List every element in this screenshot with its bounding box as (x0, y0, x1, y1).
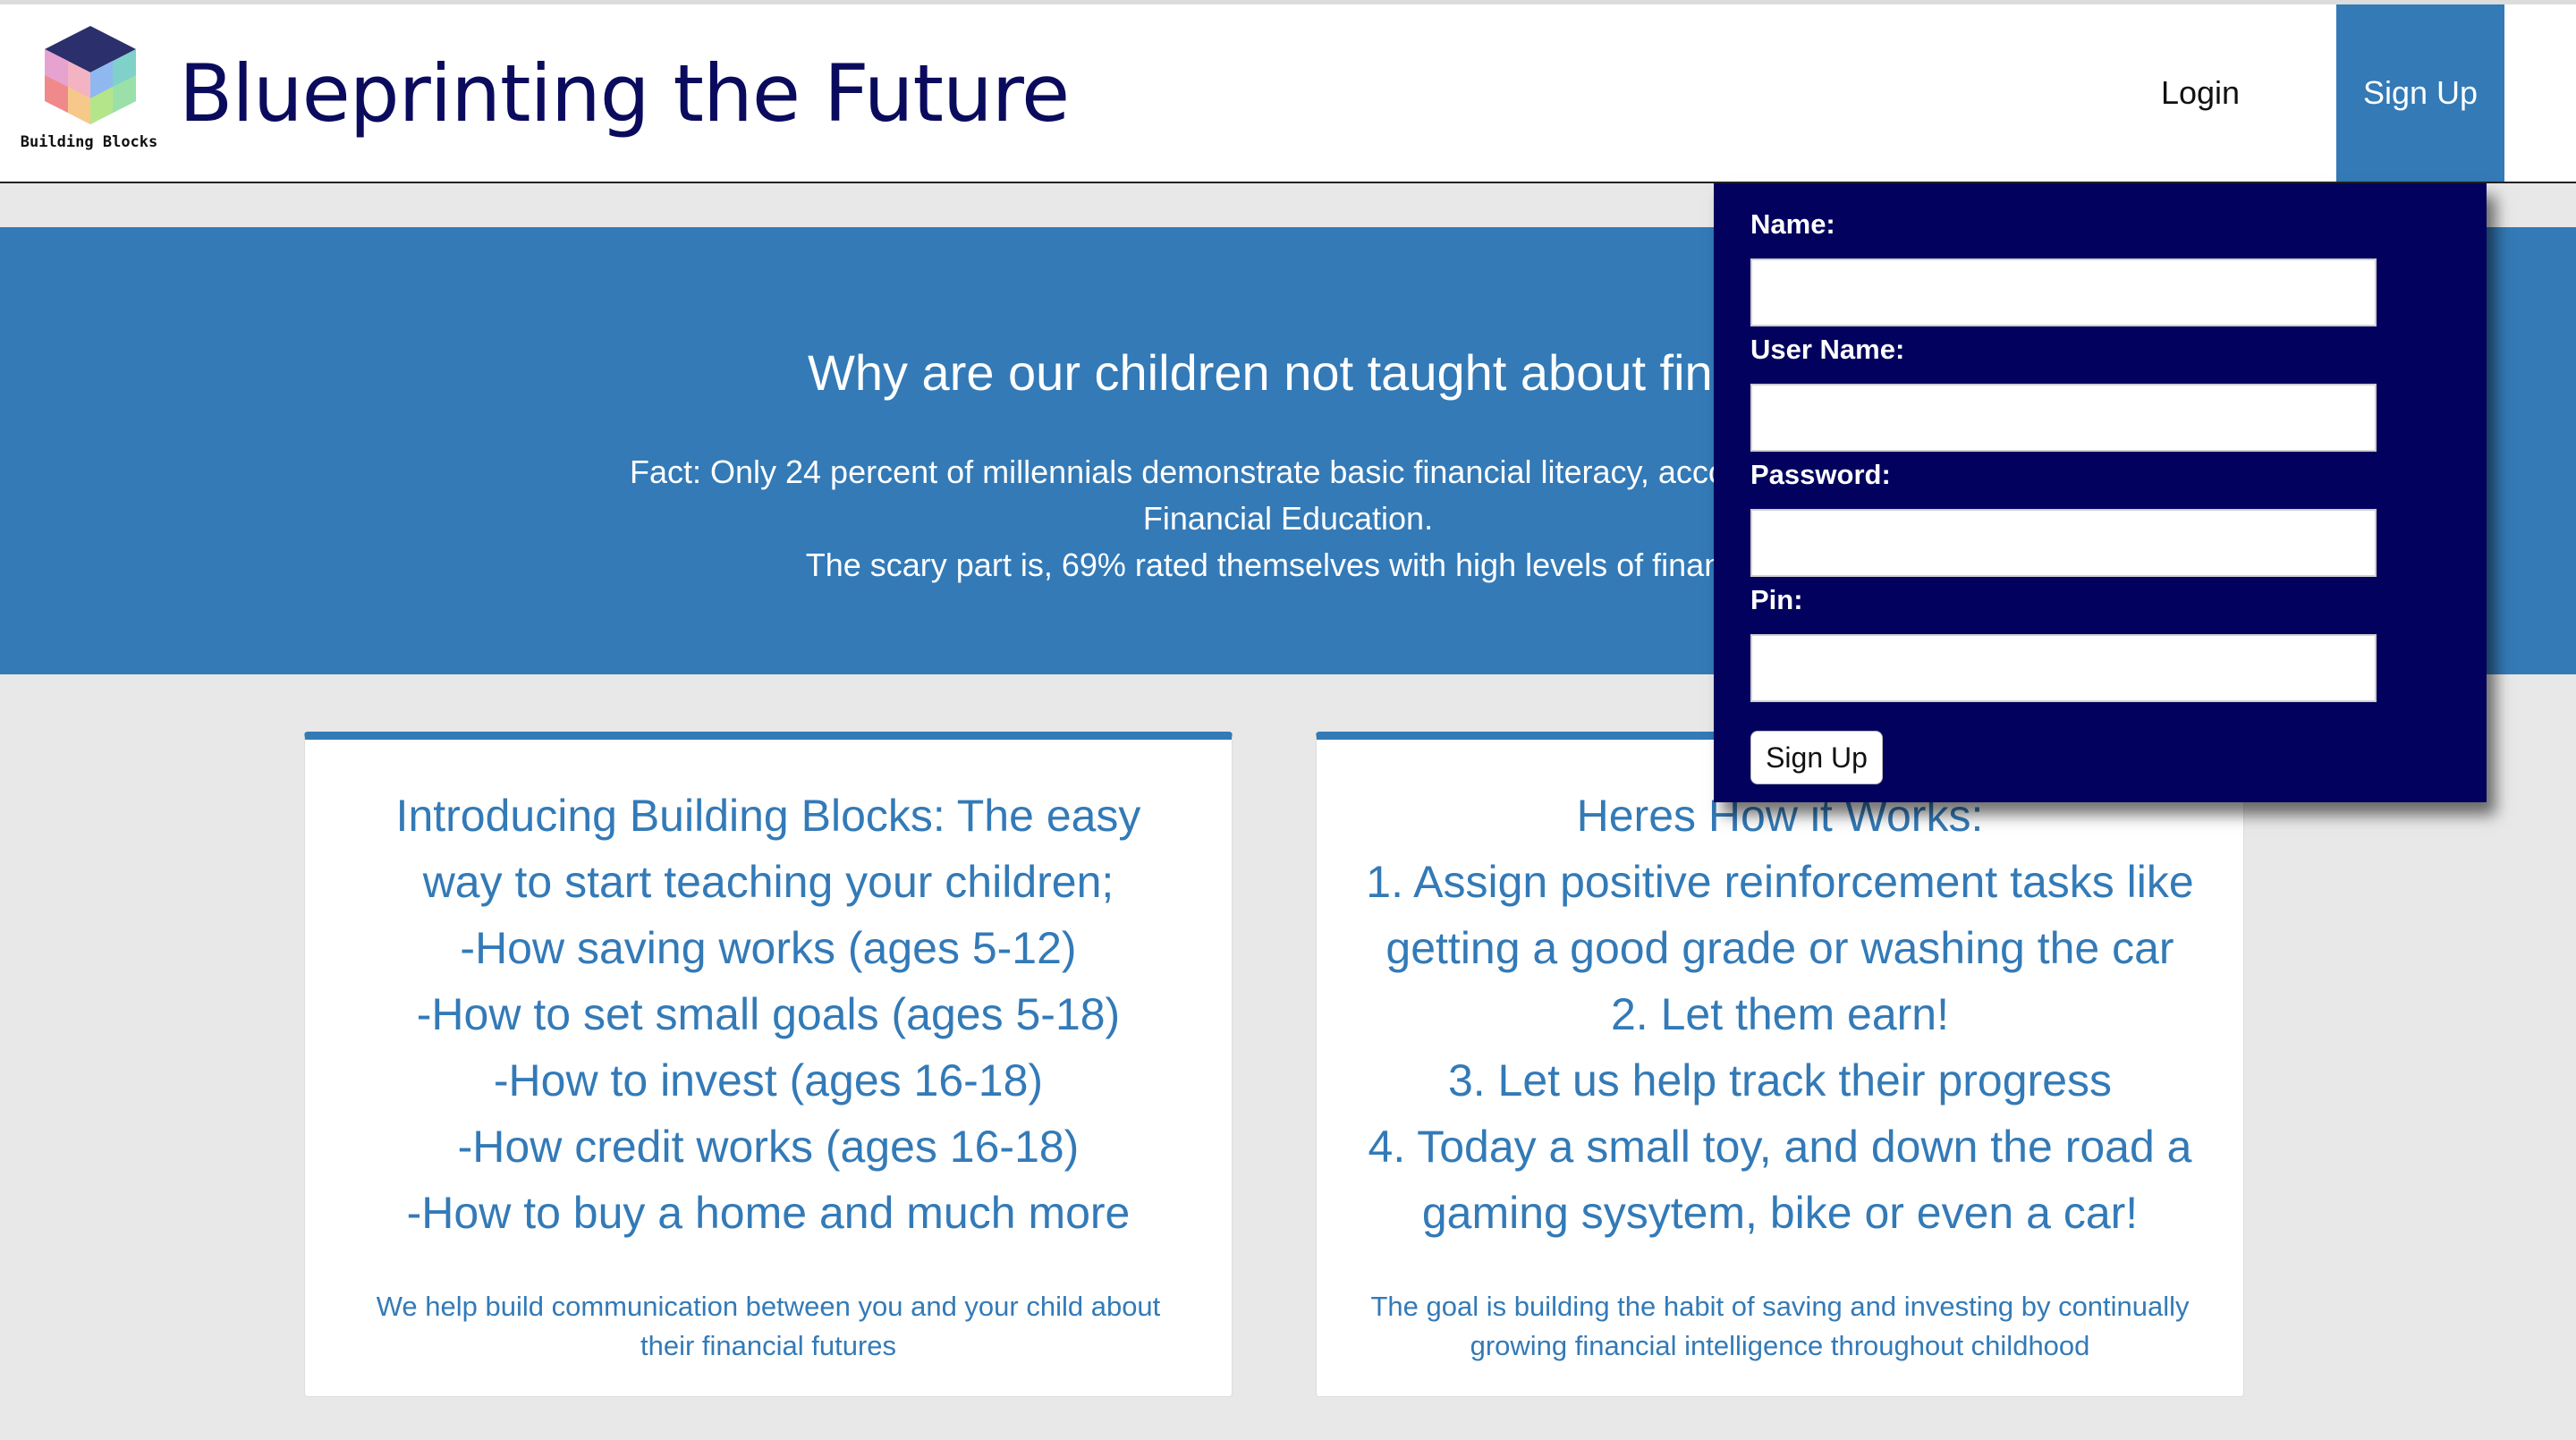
card-line: way to start teaching your children; (422, 857, 1114, 907)
card-footer-line: The goal is building the habit of saving… (1370, 1291, 2190, 1322)
logo-text: Building Blocks (20, 133, 158, 151)
how-it-works-footer: The goal is building the habit of saving… (1352, 1287, 2207, 1366)
username-label: User Name: (1750, 334, 1905, 365)
card-line: 1. Assign positive reinforcement tasks l… (1366, 857, 2194, 907)
password-field[interactable] (1750, 509, 2377, 577)
name-field[interactable] (1750, 258, 2377, 326)
card-line: 2. Let them earn! (1610, 989, 1949, 1039)
signup-submit-button[interactable]: Sign Up (1750, 731, 1883, 784)
card-line: getting a good grade or washing the car (1385, 923, 2174, 973)
card-line: 4. Today a small toy, and down the road … (1368, 1122, 2192, 1172)
how-it-works-card: Heres How it Works: 1. Assign positive r… (1316, 732, 2244, 1397)
card-footer-line: growing financial intelligence throughou… (1470, 1330, 2090, 1361)
card-line: Introducing Building Blocks: The easy (395, 791, 1141, 841)
site-title: Blueprinting the Future (179, 47, 1070, 140)
intro-card-footer: We help build communication between you … (341, 1287, 1196, 1366)
intro-card-lines: Introducing Building Blocks: The easy wa… (332, 783, 1205, 1246)
cube-logo-icon (45, 26, 136, 124)
username-field[interactable] (1750, 384, 2377, 452)
name-label: Name: (1750, 208, 1835, 240)
card-line: -How to invest (ages 16-18) (493, 1055, 1044, 1105)
card-footer-line: their financial futures (640, 1330, 897, 1361)
password-label: Password: (1750, 459, 1891, 490)
pin-label: Pin: (1750, 584, 1803, 615)
card-line: gaming sysytem, bike or even a car! (1421, 1188, 2139, 1238)
how-it-works-lines: Heres How it Works: 1. Assign positive r… (1343, 783, 2216, 1246)
intro-card: Introducing Building Blocks: The easy wa… (304, 732, 1233, 1397)
pin-field[interactable] (1750, 634, 2377, 702)
card-line: -How saving works (ages 5-12) (460, 923, 1077, 973)
signup-dropdown-form: Name: User Name: Password: Pin: Sign Up (1714, 183, 2487, 802)
card-line: -How credit works (ages 16-18) (457, 1122, 1080, 1172)
logo[interactable]: Building Blocks (20, 22, 163, 157)
card-line: -How to set small goals (ages 5-18) (416, 989, 1121, 1039)
card-line: -How to buy a home and much more (406, 1188, 1131, 1238)
login-link[interactable]: Login (2129, 4, 2272, 182)
signup-nav-button[interactable]: Sign Up (2336, 4, 2504, 182)
card-line: 3. Let us help track their progress (1447, 1055, 2113, 1105)
card-footer-line: We help build communication between you … (376, 1291, 1161, 1322)
